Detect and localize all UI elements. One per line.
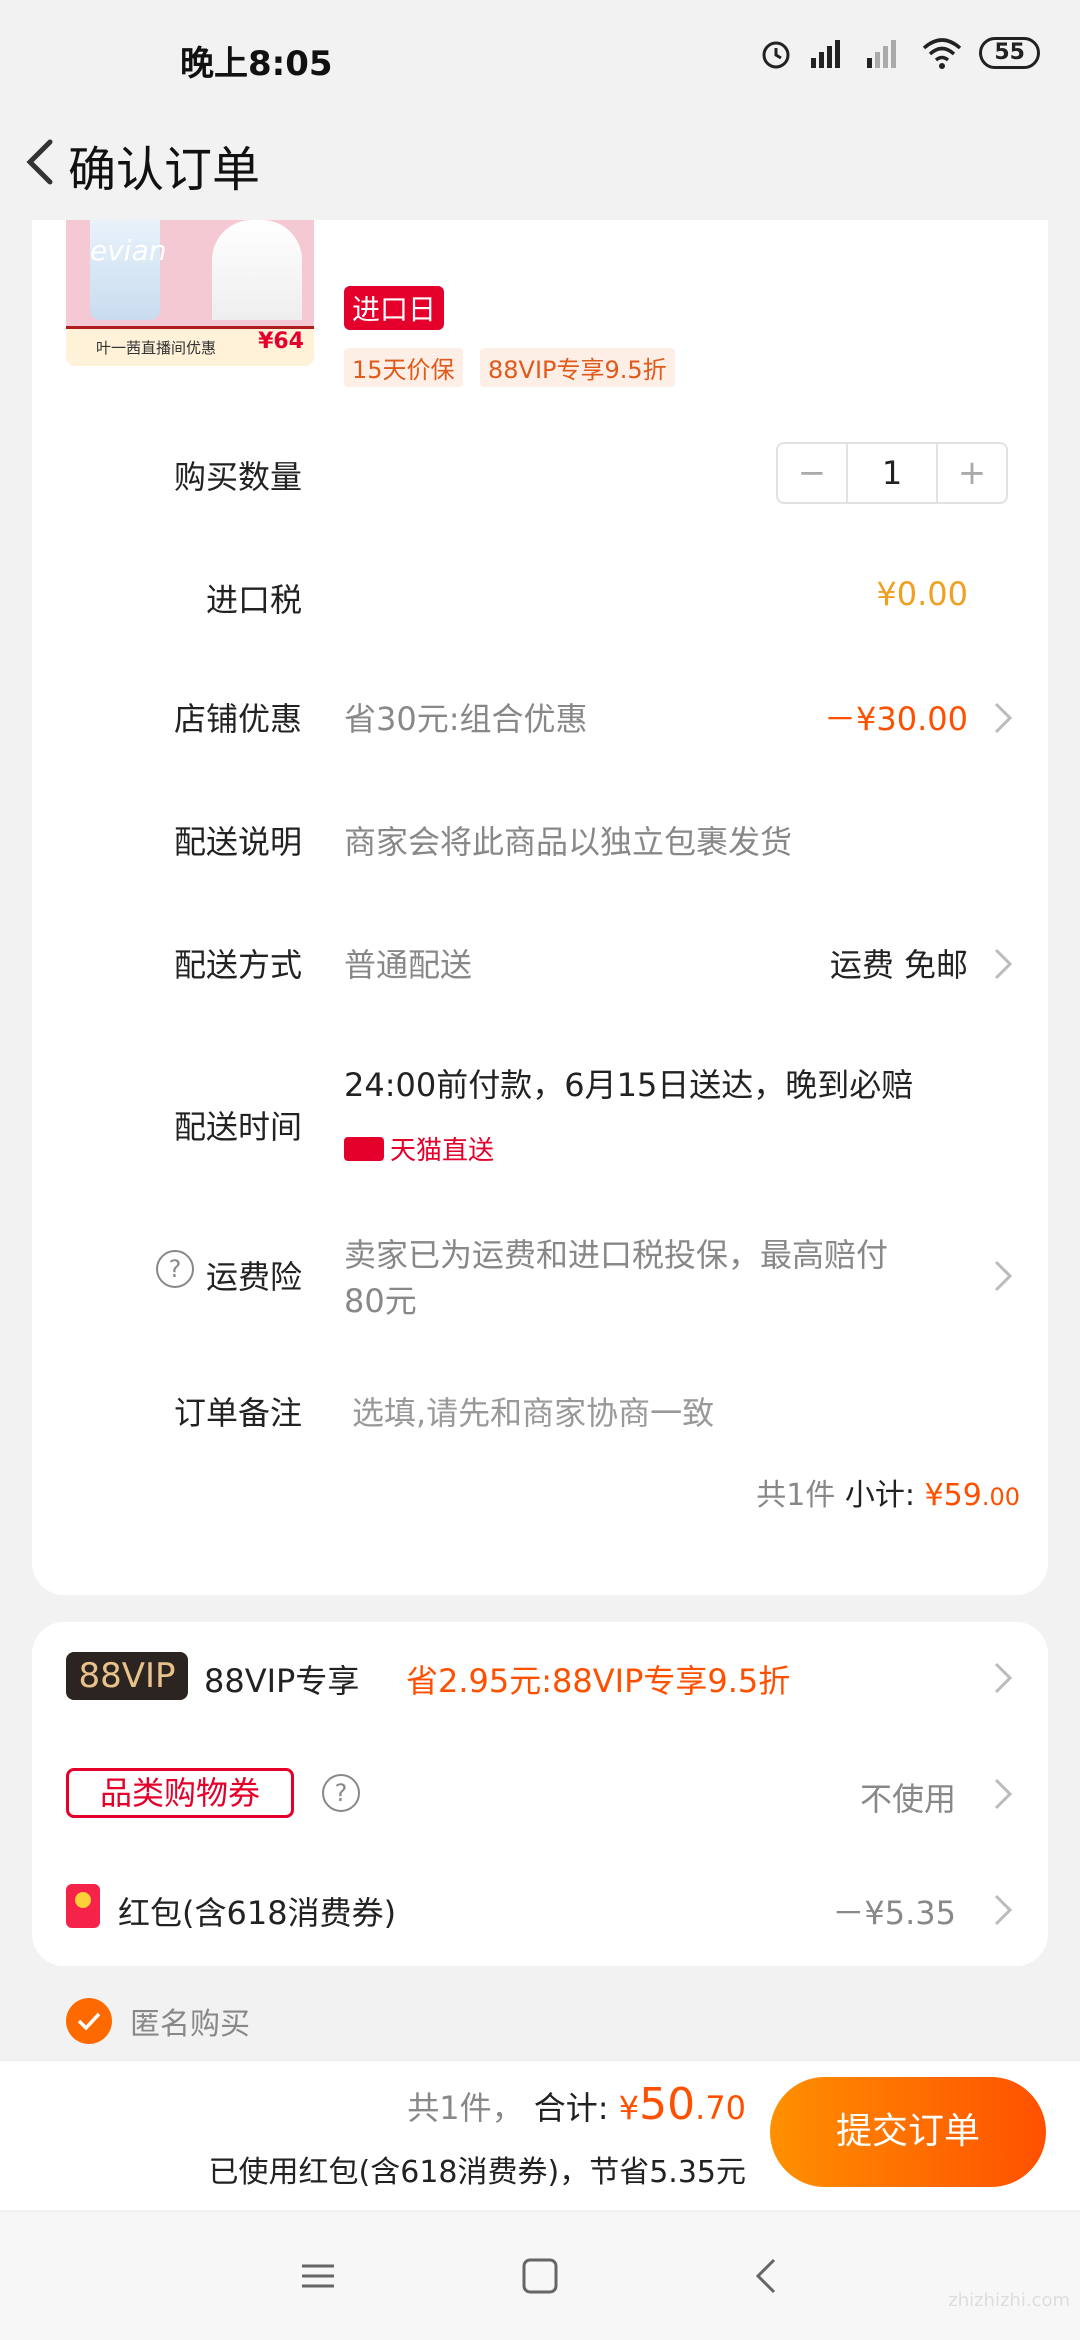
help-icon[interactable]: ? xyxy=(322,1774,360,1812)
vip-badge: 88VIP xyxy=(66,1652,188,1700)
promotions-card: 88VIP 88VIP专享 省2.95元:88VIP专享9.5折 品类购物券 ?… xyxy=(32,1622,1048,1966)
redpack-row[interactable]: 红包(含618消费券) －¥5.35 xyxy=(32,1884,1048,1936)
total-integer: 50 xyxy=(639,2079,696,2130)
shop-discount-row[interactable]: 店铺优惠 省30元:组合优惠 －¥30.00 xyxy=(32,694,1048,744)
system-nav-bar xyxy=(0,2212,1080,2340)
redpack-label: 红包(含618消费券) xyxy=(118,1894,397,1932)
increase-button[interactable]: + xyxy=(938,444,1006,502)
signal-icon xyxy=(867,40,897,68)
coupon-value: 不使用 xyxy=(859,1780,956,1818)
banner-price: ¥64 xyxy=(258,329,304,354)
back-arrow-icon[interactable] xyxy=(12,130,72,194)
product-image[interactable]: evian 叶一茜直播间优惠 ¥64 xyxy=(66,220,314,366)
chevron-right-icon xyxy=(994,1662,1013,1694)
subtotal-count: 共1件 xyxy=(756,1478,836,1513)
vip-discount-tag: 88VIP专享9.5折 xyxy=(480,348,675,387)
shop-discount-label: 店铺优惠 xyxy=(173,700,302,738)
chevron-right-icon xyxy=(994,1260,1013,1292)
delivery-method-label: 配送方式 xyxy=(173,946,302,984)
delivery-time-row: 配送时间 24:00前付款，6月15日送达，晚到必赔 天猫直送 xyxy=(32,1060,1048,1170)
decrease-button[interactable]: − xyxy=(778,444,846,502)
quantity-value[interactable]: 1 xyxy=(846,444,938,502)
insurance-line-2: 80元 xyxy=(344,1282,417,1320)
status-time: 晚上8:05 xyxy=(180,44,333,84)
page-title: 确认订单 xyxy=(68,142,261,198)
chevron-right-icon xyxy=(994,1778,1013,1810)
help-icon[interactable]: ? xyxy=(156,1250,194,1288)
tax-value: ¥0.00 xyxy=(876,575,968,613)
banner-text: 叶一茜直播间优惠 xyxy=(96,339,217,357)
product-brand: evian xyxy=(90,234,167,267)
checkbox-checked-icon[interactable] xyxy=(66,1998,112,2044)
total-currency: ¥ xyxy=(618,2089,640,2127)
insurance-label: 运费险 xyxy=(205,1258,302,1296)
price-protect-tag: 15天价保 xyxy=(344,348,463,387)
subtotal-decimal: .00 xyxy=(981,1483,1020,1511)
delivery-note-row: 配送说明 商家会将此商品以独立包裹发货 xyxy=(32,817,1048,867)
delivery-time-label: 配送时间 xyxy=(173,1108,302,1146)
shop-discount-value: －¥30.00 xyxy=(824,700,968,738)
subtotal: 共1件 小计: ¥59.00 xyxy=(756,1470,1020,1514)
anonymous-label: 匿名购买 xyxy=(130,2007,250,2042)
remark-label: 订单备注 xyxy=(173,1394,302,1432)
product-banner: 叶一茜直播间优惠 ¥64 xyxy=(66,326,314,366)
delivery-note-value: 商家会将此商品以独立包裹发货 xyxy=(344,823,793,861)
redpack-value: －¥5.35 xyxy=(832,1894,956,1932)
remark-input[interactable]: 选填,请先和商家协商一致 xyxy=(352,1388,714,1434)
delivery-note-label: 配送说明 xyxy=(173,823,302,861)
coupon-badge: 品类购物券 xyxy=(66,1768,294,1818)
anonymous-purchase[interactable]: 匿名购买 xyxy=(66,1998,250,2044)
chevron-right-icon xyxy=(994,1894,1013,1926)
tmall-direct-label: 天猫直送 xyxy=(390,1136,495,1166)
tax-label: 进口税 xyxy=(205,581,302,619)
vip-desc: 省2.95元:88VIP专享9.5折 xyxy=(406,1662,791,1700)
red-packet-icon xyxy=(66,1884,100,1928)
status-bar: 晚上8:05 55 xyxy=(0,0,1080,120)
total-decimal: .70 xyxy=(695,2089,746,2127)
checkout-bar: 共1件， 合计: ¥50.70 已使用红包(含618消费券)，节省5.35元 提… xyxy=(0,2060,1080,2210)
signal-hd-icon xyxy=(811,40,841,68)
insurance-line-1: 卖家已为运费和进口税投保，最高赔付 xyxy=(344,1236,889,1274)
status-icons: 55 xyxy=(759,36,1040,70)
back-icon[interactable] xyxy=(746,2254,790,2298)
delivery-fee: 运费 免邮 xyxy=(829,946,968,984)
battery-indicator: 55 xyxy=(979,37,1040,69)
delivery-method-value: 普通配送 xyxy=(344,946,473,984)
order-card: evian 叶一茜直播间优惠 ¥64 进口日 15天价保 88VIP专享9.5折… xyxy=(32,220,1048,1595)
quantity-label: 购买数量 xyxy=(173,458,302,496)
header: 确认订单 xyxy=(0,110,1080,210)
coupon-row[interactable]: 品类购物券 ? 不使用 xyxy=(32,1768,1048,1820)
home-icon[interactable] xyxy=(518,2254,562,2298)
watermark: zhizhizhi.com xyxy=(948,2290,1070,2311)
model-shape xyxy=(212,220,302,320)
tmall-logo-icon xyxy=(344,1136,384,1161)
subtotal-label: 小计: xyxy=(844,1478,916,1513)
vip-label: 88VIP专享 xyxy=(204,1662,360,1700)
total-line: 共1件， 合计: ¥50.70 xyxy=(407,2079,746,2130)
quantity-row: 购买数量 − 1 + xyxy=(32,442,1048,504)
chevron-right-icon xyxy=(994,702,1013,734)
chevron-right-icon xyxy=(994,948,1013,980)
subtotal-price: ¥59 xyxy=(924,1478,982,1513)
tax-row: 进口税 ¥0.00 xyxy=(32,575,1048,625)
wifi-icon xyxy=(923,38,962,69)
total-label: 合计: xyxy=(533,2089,609,2127)
submit-order-button[interactable]: 提交订单 xyxy=(770,2077,1046,2187)
quantity-stepper: − 1 + xyxy=(776,442,1008,504)
insurance-row[interactable]: ? 运费险 卖家已为运费和进口税投保，最高赔付 80元 xyxy=(32,1230,1048,1330)
vip-row[interactable]: 88VIP 88VIP专享 省2.95元:88VIP专享9.5折 xyxy=(32,1652,1048,1704)
alarm-icon xyxy=(762,41,790,69)
remark-row: 订单备注 选填,请先和商家协商一致 xyxy=(32,1388,1048,1438)
menu-icon[interactable] xyxy=(296,2254,340,2298)
delivery-time-value: 24:00前付款，6月15日送达，晚到必赔 xyxy=(344,1066,914,1104)
total-count: 共1件， xyxy=(407,2089,524,2127)
shop-discount-desc: 省30元:组合优惠 xyxy=(344,700,588,738)
tmall-direct-badge: 天猫直送 xyxy=(344,1130,494,1167)
saving-note: 已使用红包(含618消费券)，节省5.35元 xyxy=(208,2155,746,2190)
import-day-tag: 进口日 xyxy=(344,286,445,330)
delivery-method-row[interactable]: 配送方式 普通配送 运费 免邮 xyxy=(32,940,1048,990)
